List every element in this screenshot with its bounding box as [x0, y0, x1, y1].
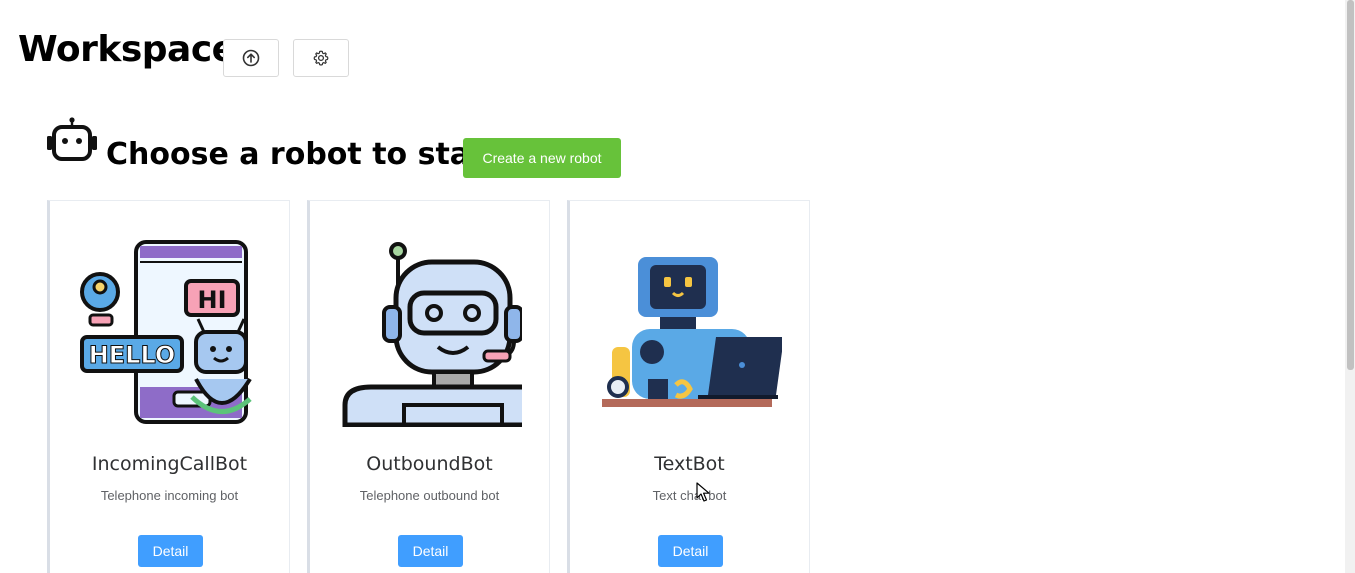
robot-name: OutboundBot	[366, 453, 493, 475]
upload-button[interactable]	[223, 39, 279, 77]
settings-button[interactable]	[293, 39, 349, 77]
robot-head-icon	[47, 117, 97, 161]
svg-text:HI: HI	[197, 286, 226, 314]
headset-robot-illustration	[342, 242, 522, 427]
upload-circle-icon	[242, 49, 260, 67]
robot-name: TextBot	[654, 453, 725, 475]
robot-description: Telephone incoming bot	[100, 488, 239, 503]
svg-text:HELLO: HELLO	[89, 341, 176, 369]
gear-icon	[313, 50, 329, 66]
phone-chatbot-illustration: HI HELLO	[80, 240, 252, 424]
create-robot-button[interactable]: Create a new robot	[463, 138, 621, 178]
robot-card-textbot[interactable]: TextBot Text chat bot Detail	[567, 200, 810, 573]
laptop-robot-illustration	[602, 257, 782, 407]
robot-card-incomingcallbot[interactable]: HI HELLO IncomingCallBot Telephone incom…	[47, 200, 290, 573]
robot-card-outboundbot[interactable]: OutboundBot Telephone outbound bot Detai…	[307, 200, 550, 573]
detail-button[interactable]: Detail	[658, 535, 723, 567]
mouse-cursor-icon	[696, 482, 710, 502]
section-title: Choose a robot to start	[106, 137, 500, 172]
page-title: Workspace	[18, 29, 236, 70]
workspace-page: Workspace Choose a robot to start Create…	[0, 0, 1355, 573]
robot-description: Telephone outbound bot	[359, 488, 500, 503]
robot-description: Text chat bot	[652, 488, 727, 503]
scrollbar-thumb[interactable]	[1347, 0, 1354, 370]
detail-button[interactable]: Detail	[398, 535, 463, 567]
robot-name: IncomingCallBot	[91, 453, 248, 475]
detail-button[interactable]: Detail	[138, 535, 203, 567]
